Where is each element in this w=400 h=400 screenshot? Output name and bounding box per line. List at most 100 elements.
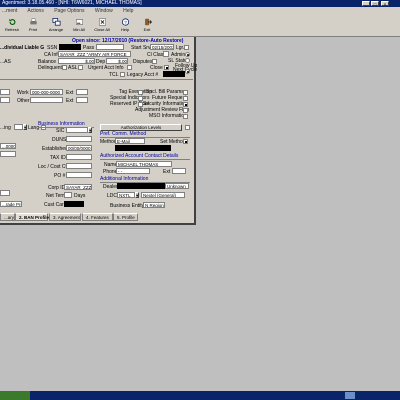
sic-dropdown-button[interactable]: ▾: [88, 127, 92, 133]
mobile-phone-field[interactable]: [0, 97, 10, 103]
pass-field[interactable]: [96, 44, 124, 50]
close-checkbox[interactable]: [164, 65, 169, 70]
other-ext-field[interactable]: [76, 97, 88, 103]
work-phone-field[interactable]: 000-000-0000: [30, 89, 63, 95]
maximize-button[interactable]: □: [371, 1, 379, 7]
business-entity-field[interactable]: N Region: [143, 202, 165, 208]
partial-field-3[interactable]: [0, 190, 10, 196]
delinquent-checkbox[interactable]: [62, 65, 67, 70]
set-method-checkbox[interactable]: [183, 139, 188, 144]
duns-label: DUNS: [52, 137, 67, 143]
menu-item-window[interactable]: Window: [95, 8, 113, 14]
authorization-levels-checkbox[interactable]: [185, 125, 190, 130]
corp-id-label: Corp ID: [48, 185, 66, 191]
dealer-field[interactable]: Unknown: [165, 183, 189, 189]
mso-information-label: MSO Information: [149, 113, 187, 119]
sic-field[interactable]: [66, 127, 88, 133]
tab-features[interactable]: 4. Features: [82, 213, 113, 221]
ldc-field[interactable]: NXTL: [117, 192, 135, 198]
tax-id-field[interactable]: [66, 154, 92, 160]
authorization-levels-button[interactable]: Authorization Levels: [100, 124, 182, 131]
asl-checkbox[interactable]: [78, 65, 83, 70]
corp-id-field[interactable]: SAYAR_ZZZ: [64, 184, 92, 190]
partial-field-1[interactable]: ...0000: [0, 143, 16, 149]
exit-button[interactable]: Exit: [137, 17, 157, 35]
legacy-acct-label: Legacy Acct #: [127, 72, 159, 78]
tab-summary[interactable]: ...ary: [0, 213, 15, 221]
other-ext-label: Ext: [66, 98, 74, 104]
work-ext-field[interactable]: [76, 89, 88, 95]
contact-ext-field[interactable]: [172, 168, 186, 174]
language-dropdown-button[interactable]: ▾: [23, 124, 27, 130]
menu-item-document[interactable]: ...ment: [2, 8, 17, 14]
ldc-dropdown-button[interactable]: ▾: [135, 192, 139, 198]
cl-class-field[interactable]: [163, 51, 169, 57]
loc-cost-ctr-field[interactable]: [66, 163, 92, 169]
other-phone-field[interactable]: [30, 97, 63, 103]
as-label: ...AS: [0, 59, 11, 65]
next-cycle-radio[interactable]: [185, 69, 190, 74]
tab-profile[interactable]: 5. Profile: [113, 213, 138, 221]
refresh-button[interactable]: Refresh: [2, 17, 22, 35]
help-icon: ?: [121, 18, 129, 26]
dealer-label: Dealer: [103, 184, 118, 190]
method-field[interactable]: E-Mail: [115, 138, 145, 144]
duns-field[interactable]: [66, 136, 92, 142]
tab-ban-profile[interactable]: 2. BAN Profile: [15, 213, 49, 221]
taskbar: [0, 391, 400, 400]
close-window-button[interactable]: ×: [381, 1, 389, 7]
chevron-down-icon: ▾: [89, 128, 92, 133]
minimize-all-icon: [75, 19, 83, 25]
established-field[interactable]: 00/00/0000: [66, 145, 92, 151]
chevron-down-icon: ▾: [24, 125, 27, 130]
help-button[interactable]: ? Help: [115, 17, 135, 35]
disputes-checkbox[interactable]: [152, 59, 157, 64]
print-button[interactable]: Print: [23, 17, 43, 35]
partial-field-blank[interactable]: [0, 151, 16, 157]
po-field[interactable]: [66, 172, 92, 178]
start-service-field[interactable]: 02/15/2003: [150, 44, 174, 50]
language-select[interactable]: [14, 124, 23, 130]
home-phone-field[interactable]: [0, 89, 10, 95]
net-terms-field[interactable]: [64, 192, 72, 198]
email-field-redacted[interactable]: [115, 145, 171, 151]
close-all-button[interactable]: Close All: [92, 17, 112, 35]
svg-text:?: ?: [124, 20, 127, 26]
name-field[interactable]: MICHAEL THOMAS: [116, 161, 172, 167]
ldc-description-field[interactable]: Nextel (General): [141, 192, 185, 198]
arrange-icon: [52, 18, 60, 26]
tcl-checkbox[interactable]: [120, 72, 125, 77]
mso-information-checkbox[interactable]: [183, 114, 188, 119]
tab-agreement[interactable]: 3. Agreement: [49, 213, 81, 221]
menu-item-help[interactable]: Help: [123, 8, 133, 14]
partial-field-2[interactable]: ...rade Pro: [0, 201, 22, 207]
cust-care-field-redacted[interactable]: [64, 201, 84, 207]
balance-field[interactable]: $.00: [58, 58, 95, 64]
legacy-acct-field-redacted[interactable]: [163, 71, 185, 77]
liable-label: ...dividual Liable G: [0, 45, 45, 51]
established-label: Established: [42, 146, 68, 152]
tcl-label: TCL: [109, 72, 119, 78]
minimize-all-button[interactable]: Min All: [69, 17, 89, 35]
lgr-checkbox[interactable]: [184, 45, 189, 50]
menu-item-page-options[interactable]: Page Options: [54, 8, 84, 14]
printer-icon: [29, 18, 37, 25]
admin-radio[interactable]: [185, 52, 190, 57]
work-ext-label: Ext: [66, 90, 74, 96]
tray-icon[interactable]: [345, 392, 355, 399]
phone-field[interactable]: - -: [116, 168, 150, 174]
ssn-field-redacted[interactable]: [59, 44, 81, 50]
urgent-acct-checkbox[interactable]: [127, 65, 132, 70]
menu-item-actions[interactable]: Actions: [27, 8, 43, 14]
loc-cost-ctr-label: Loc / Cost Ctr: [38, 164, 69, 170]
ldc-label: LDC: [107, 193, 118, 199]
deposit-field[interactable]: $.00: [106, 58, 128, 64]
start-button[interactable]: [0, 391, 30, 400]
po-label: PO #: [54, 173, 66, 179]
minimize-button[interactable]: _: [362, 1, 370, 7]
dealer-code-redacted[interactable]: [117, 183, 165, 189]
arrange-button[interactable]: Arrange: [46, 17, 66, 35]
start-service-label: Start Srv: [131, 45, 151, 51]
ssn-label: SSN: [47, 45, 58, 51]
ca-info-field[interactable]: SAYAR_ZZZ "ARMY AIR FORCE: [58, 51, 131, 57]
